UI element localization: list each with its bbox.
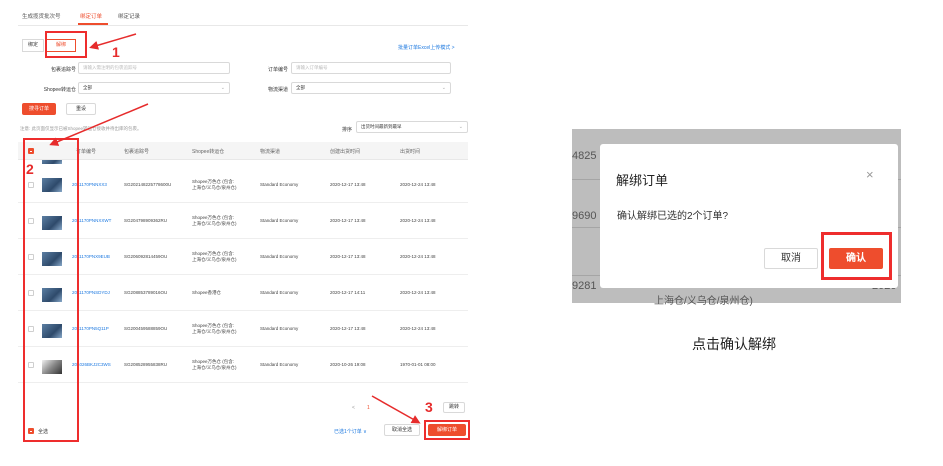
annotation-box-confirm bbox=[821, 232, 892, 280]
dialog-title: 解绑订单 bbox=[616, 173, 669, 188]
close-icon[interactable]: × bbox=[866, 167, 874, 182]
bg-row-text: 上海仓/义乌仓/泉州仓) bbox=[654, 296, 753, 307]
dialog-cancel-button[interactable]: 取消 bbox=[764, 248, 818, 269]
caption-text: 点击确认解绑 bbox=[692, 336, 776, 352]
bg-row-text: 9690 bbox=[572, 210, 597, 222]
annotation-arrows bbox=[49, 33, 421, 424]
dialog-message: 确认解绑已选的2个订单? bbox=[617, 211, 729, 222]
bg-row-text: 4825 bbox=[572, 150, 597, 162]
bg-row-text: 9281 bbox=[572, 280, 597, 292]
